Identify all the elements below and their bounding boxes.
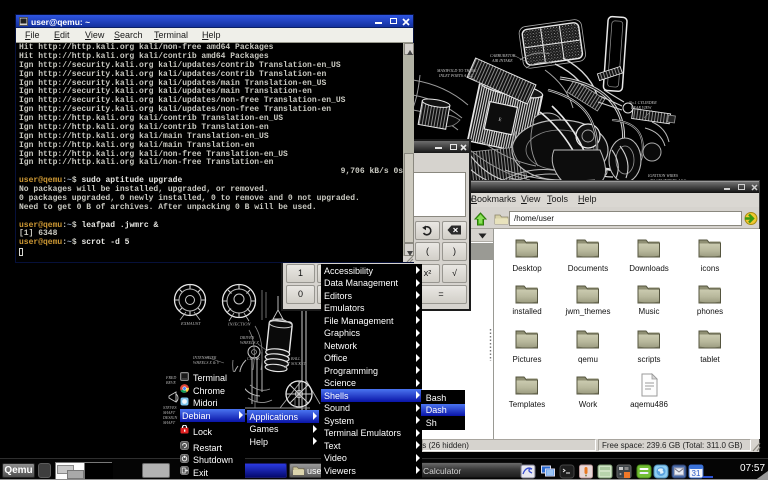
svg-text:SHAFT: SHAFT [163, 420, 176, 425]
svg-text:REAR VIEW: REAR VIEW [630, 105, 652, 110]
svg-text:SOCKET: SOCKET [291, 361, 307, 366]
svg-text:CRANK: CRANK [247, 356, 260, 361]
svg-text:WHEELS X & Y: WHEELS X & Y [193, 360, 220, 365]
svg-text:31: 31 [692, 469, 701, 478]
svg-text:BEVE: BEVE [166, 380, 176, 385]
svg-text:AIR INTAKE: AIR INTAKE [491, 58, 513, 63]
svg-text:EXHAUST: EXHAUST [180, 321, 201, 326]
svg-text:WHEELS Z: WHEELS Z [240, 340, 259, 345]
svg-text:INJECTION: INJECTION [227, 322, 251, 327]
